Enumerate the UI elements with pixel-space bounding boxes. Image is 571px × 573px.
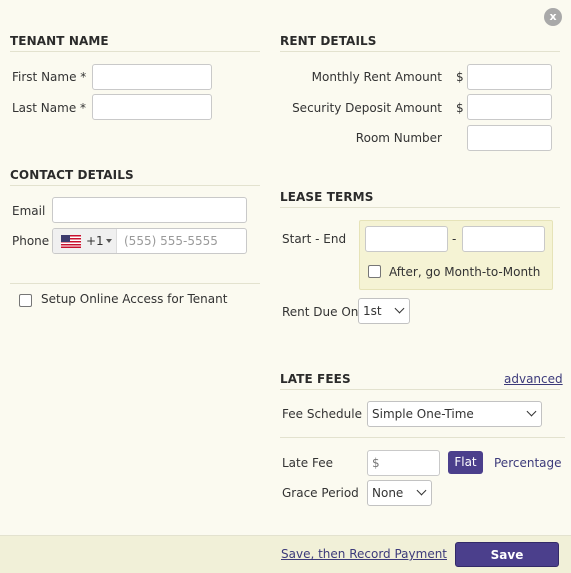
contact-details-title: CONTACT DETAILS <box>10 168 134 182</box>
monthly-rent-currency: $ <box>456 70 464 84</box>
room-number-label: Room Number <box>355 131 442 145</box>
grace-period-value: None <box>372 486 404 500</box>
tenant-name-title: TENANT NAME <box>10 34 109 48</box>
us-flag-icon <box>61 235 81 248</box>
security-deposit-currency: $ <box>456 101 464 115</box>
date-separator: - <box>452 232 457 246</box>
start-end-label: Start - End <box>282 232 347 246</box>
advanced-link[interactable]: advanced <box>504 372 563 386</box>
tenant-name-divider <box>10 51 260 52</box>
chevron-down-icon <box>526 406 537 417</box>
chevron-down-icon <box>416 485 427 496</box>
email-label: Email <box>12 204 46 218</box>
online-access-label: Setup Online Access for Tenant <box>41 292 228 306</box>
rent-divider <box>280 51 560 52</box>
save-then-record-payment-link[interactable]: Save, then Record Payment <box>281 547 447 561</box>
rent-due-label: Rent Due On <box>282 305 359 319</box>
month-to-month-checkbox[interactable] <box>368 265 381 278</box>
monthly-rent-input[interactable] <box>467 64 552 90</box>
security-deposit-label: Security Deposit Amount <box>292 101 442 115</box>
phone-placeholder: (555) 555-5555 <box>124 234 218 248</box>
lease-divider <box>280 207 560 208</box>
last-name-label: Last Name * <box>12 101 87 115</box>
rent-due-value: 1st <box>363 304 382 318</box>
rent-details-title: RENT DETAILS <box>280 34 377 48</box>
late-fee-label: Late Fee <box>282 456 333 470</box>
security-deposit-input[interactable] <box>467 94 552 120</box>
lease-start-input[interactable] <box>365 226 448 252</box>
close-button[interactable]: x <box>544 8 562 26</box>
lease-terms-title: LEASE TERMS <box>280 190 374 204</box>
contact-divider <box>10 185 260 186</box>
email-input[interactable] <box>52 197 247 223</box>
phone-input[interactable]: +1 (555) 555-5555 <box>52 228 247 254</box>
flat-toggle[interactable]: Flat <box>448 451 483 474</box>
late-fee-placeholder: $ <box>372 456 380 470</box>
late-fees-title: LATE FEES <box>280 372 351 386</box>
first-name-input[interactable] <box>92 64 212 90</box>
room-number-input[interactable] <box>467 125 552 151</box>
fee-schedule-divider <box>280 437 565 438</box>
lease-end-input[interactable] <box>462 226 545 252</box>
caret-down-icon <box>106 239 112 243</box>
last-name-input[interactable] <box>92 94 212 120</box>
online-access-checkbox[interactable] <box>19 294 32 307</box>
grace-period-select[interactable]: None <box>367 480 432 506</box>
chevron-down-icon <box>394 303 405 314</box>
grace-period-label: Grace Period <box>282 486 359 500</box>
monthly-rent-label: Monthly Rent Amount <box>311 70 442 84</box>
fee-schedule-value: Simple One-Time <box>372 407 474 421</box>
fee-schedule-select[interactable]: Simple One-Time <box>367 401 542 427</box>
percentage-toggle[interactable]: Percentage <box>494 456 562 470</box>
late-fees-divider <box>280 389 560 390</box>
country-code: +1 <box>86 234 104 248</box>
first-name-label: First Name * <box>12 70 87 84</box>
month-to-month-label: After, go Month-to-Month <box>389 265 541 279</box>
phone-label: Phone <box>12 234 50 248</box>
fee-schedule-label: Fee Schedule <box>282 407 362 421</box>
save-button[interactable]: Save <box>455 542 559 567</box>
country-selector[interactable]: +1 <box>53 229 117 253</box>
online-access-divider <box>10 283 260 284</box>
rent-due-select[interactable]: 1st <box>358 298 410 324</box>
late-fee-input[interactable]: $ <box>367 450 440 476</box>
